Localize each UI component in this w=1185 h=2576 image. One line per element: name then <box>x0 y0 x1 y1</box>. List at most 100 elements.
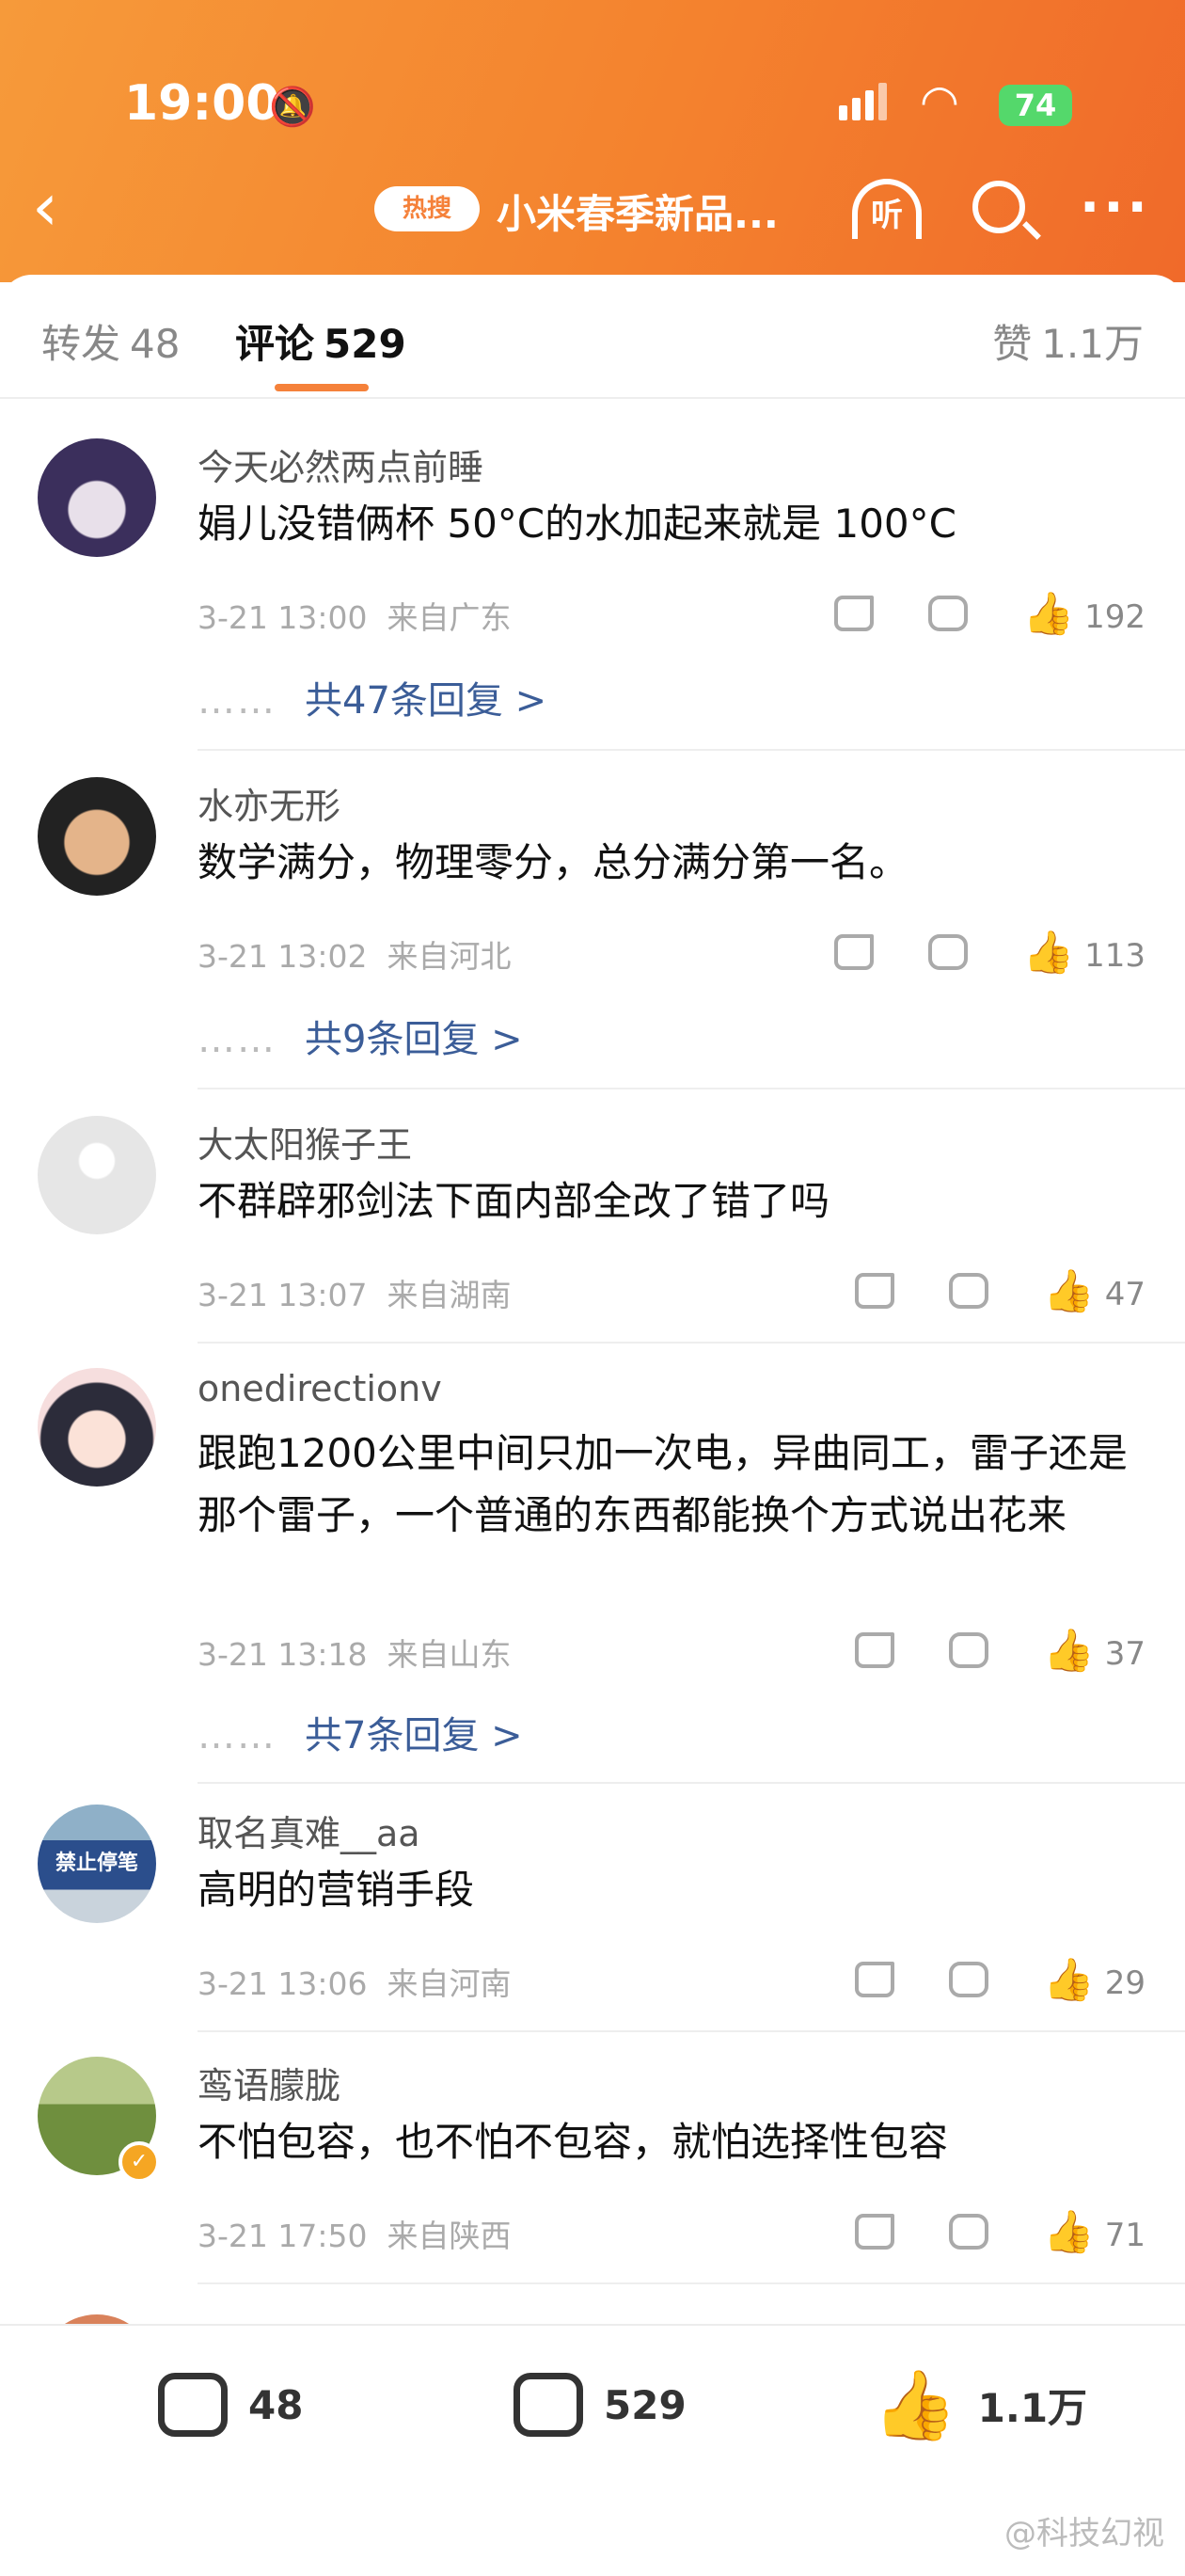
tab-comments-label: 评论 <box>235 321 315 367</box>
like-post-count: 1.1万 <box>977 2384 1088 2431</box>
replies-link[interactable]: …… 共7条回复 > <box>198 1705 523 1759</box>
reply-icon[interactable] <box>949 1262 989 1309</box>
share-icon[interactable] <box>855 2214 895 2250</box>
reply-icon[interactable] <box>928 584 969 631</box>
thumbs-up-icon: 👍 <box>873 2365 957 2444</box>
comment-location: 来自湖南 <box>387 1277 512 1313</box>
comment-location: 来自山东 <box>387 1636 512 1673</box>
replies-link-label: 共47条回复 > <box>305 679 547 723</box>
comment-author[interactable]: 鸾语朦胧 <box>198 2057 340 2108</box>
repost-button[interactable]: 48 <box>158 2373 303 2437</box>
like-count: 29 <box>1104 1964 1146 2002</box>
like-count: 37 <box>1104 1635 1146 1673</box>
divider <box>198 2030 1185 2032</box>
comment-author[interactable]: onedirectionv <box>198 1368 442 1409</box>
share-icon[interactable] <box>855 1273 895 1309</box>
comment-text: 跟跑1200公里中间只加一次电，异曲同工，雷子还是那个雷子，一个普通的东西都能换… <box>198 1430 1128 1538</box>
like-count: 113 <box>1084 937 1146 975</box>
avatar[interactable] <box>38 777 156 896</box>
battery-indicator: 74 <box>999 85 1072 126</box>
avatar[interactable] <box>38 2314 156 2324</box>
thumbs-up-icon: 👍 <box>1043 1627 1095 1675</box>
back-arrow-icon[interactable]: ‹ <box>32 169 58 245</box>
like-button[interactable]: 👍 192 <box>1022 589 1146 638</box>
avatar-sign-text: 禁止停笔 <box>55 1852 138 1875</box>
comment-button[interactable]: 529 <box>514 2373 687 2437</box>
divider <box>198 1782 1185 1784</box>
comment-text: 不群辟邪剑法下面内部全改了错了吗 <box>198 1178 830 1224</box>
mute-bell-icon: 🔕 <box>269 86 316 129</box>
comment-text: 娟儿没错俩杯 50°C的水加起来就是 100°C <box>198 501 956 547</box>
tab-likes-label: 赞 <box>992 321 1033 367</box>
like-count: 47 <box>1104 1276 1146 1313</box>
tab-repost-count: 48 <box>130 321 181 367</box>
wifi-icon: ◠ <box>920 75 959 128</box>
search-icon[interactable] <box>972 181 1025 233</box>
top-nav: ‹ 热搜 小米春季新品... 听 ··· <box>0 169 1185 254</box>
avatar[interactable] <box>38 1368 156 1487</box>
comment-item-partial <box>0 2305 1185 2324</box>
comment-text: 数学满分，物理零分，总分满分第一名。 <box>198 839 909 885</box>
tab-bar: 转发 48 评论 529 赞 1.1万 <box>0 275 1185 399</box>
listen-headphone-icon[interactable]: 听 <box>852 179 922 239</box>
repost-icon <box>158 2373 228 2437</box>
like-button[interactable]: 👍 113 <box>1022 928 1146 977</box>
avatar[interactable] <box>38 1116 156 1234</box>
thumbs-up-icon: 👍 <box>1022 590 1075 638</box>
comment-author[interactable]: 大太阳猴子王 <box>198 1116 412 1168</box>
comment-location: 来自陕西 <box>387 2218 512 2254</box>
comment-author[interactable]: 水亦无形 <box>198 777 340 829</box>
replies-link[interactable]: …… 共47条回复 > <box>198 670 546 724</box>
ellipsis-icon: …… <box>198 679 276 723</box>
thumbs-up-icon: 👍 <box>1043 2208 1095 2256</box>
reply-icon[interactable] <box>949 1621 989 1668</box>
comment-count: 529 <box>604 2381 687 2428</box>
comment-author[interactable]: 取名真难__aa <box>198 1805 420 1856</box>
comment-time: 3-21 13:18 <box>198 1636 368 1673</box>
tab-repost[interactable]: 转发 48 <box>41 312 180 370</box>
more-dots-icon[interactable]: ··· <box>1080 177 1151 238</box>
reply-icon[interactable] <box>949 1950 989 1997</box>
divider <box>198 1088 1185 1089</box>
comment-item: 水亦无形 数学满分，物理零分，总分满分第一名。 3-21 13:02 来自河北 … <box>0 771 1185 1091</box>
replies-link[interactable]: …… 共9条回复 > <box>198 1009 523 1063</box>
comment-time: 3-21 13:00 <box>198 599 368 636</box>
tab-likes[interactable]: 赞 1.1万 <box>992 312 1144 370</box>
reply-icon[interactable] <box>928 923 969 970</box>
hot-search-badge[interactable]: 热搜 <box>374 186 480 231</box>
divider <box>198 749 1185 751</box>
like-button[interactable]: 👍 29 <box>1043 1955 1146 2004</box>
page-title[interactable]: 小米春季新品... <box>497 183 779 240</box>
comment-time: 3-21 13:06 <box>198 1965 368 2002</box>
reply-icon[interactable] <box>949 2202 989 2250</box>
bottom-action-bar: 48 529 👍 1.1万 @科技幻视 <box>0 2324 1185 2576</box>
share-icon[interactable] <box>855 1632 895 1668</box>
thumbs-up-icon: 👍 <box>1022 929 1075 977</box>
avatar[interactable]: 禁止停笔 <box>38 1805 156 1923</box>
comment-item: 今天必然两点前睡 娟儿没错俩杯 50°C的水加起来就是 100°C 3-21 1… <box>0 433 1185 753</box>
like-post-button[interactable]: 👍 1.1万 <box>873 2365 1088 2444</box>
tab-comments[interactable]: 评论 529 <box>235 312 406 370</box>
share-icon[interactable] <box>834 596 875 631</box>
replies-link-label: 共7条回复 > <box>305 1714 523 1757</box>
status-bar: 19:00 🔕 ◠ 74 <box>0 75 1185 141</box>
like-count: 192 <box>1084 598 1146 636</box>
watermark: @科技幻视 <box>1004 2515 1164 2552</box>
like-button[interactable]: 👍 37 <box>1043 1626 1146 1675</box>
repost-count: 48 <box>248 2381 304 2428</box>
share-icon[interactable] <box>855 1962 895 1997</box>
share-icon[interactable] <box>834 934 875 970</box>
like-button[interactable]: 👍 71 <box>1043 2207 1146 2256</box>
comment-location: 来自河北 <box>387 938 512 975</box>
comment-bubble-icon <box>514 2373 583 2437</box>
comment-item: 大太阳猴子王 不群辟邪剑法下面内部全改了错了吗 3-21 13:07 来自湖南 … <box>0 1110 1185 1345</box>
comment-author[interactable]: 今天必然两点前睡 <box>198 438 483 490</box>
tab-repost-label: 转发 <box>41 321 121 367</box>
thumbs-up-icon: 👍 <box>1043 1956 1095 2004</box>
avatar[interactable] <box>38 438 156 557</box>
replies-link-label: 共9条回复 > <box>305 1018 523 1061</box>
like-button[interactable]: 👍 47 <box>1043 1266 1146 1315</box>
divider <box>198 2282 1185 2284</box>
header: 19:00 🔕 ◠ 74 ‹ 热搜 小米春季新品... 听 ··· <box>0 0 1185 282</box>
comment-location: 来自广东 <box>387 599 512 636</box>
